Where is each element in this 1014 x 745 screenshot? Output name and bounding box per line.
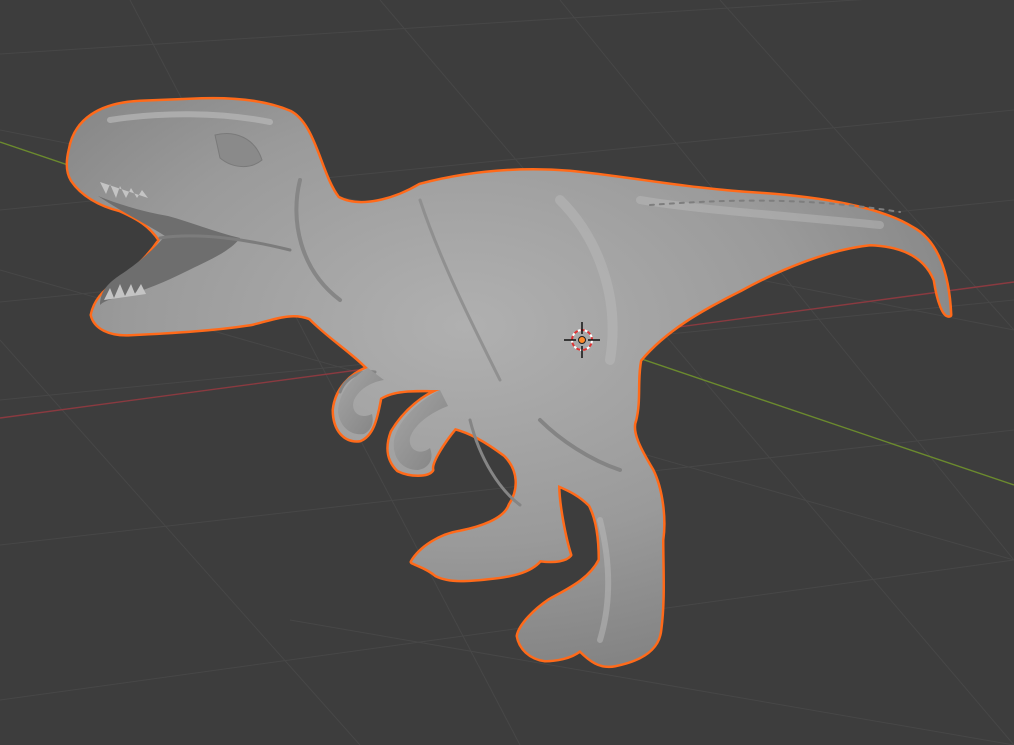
dinosaur-body	[68, 99, 950, 666]
dinosaur-model[interactable]	[65, 96, 953, 669]
3d-viewport[interactable]	[0, 0, 1014, 745]
viewport-canvas[interactable]	[0, 0, 1014, 745]
object-origin-icon[interactable]	[578, 336, 586, 344]
